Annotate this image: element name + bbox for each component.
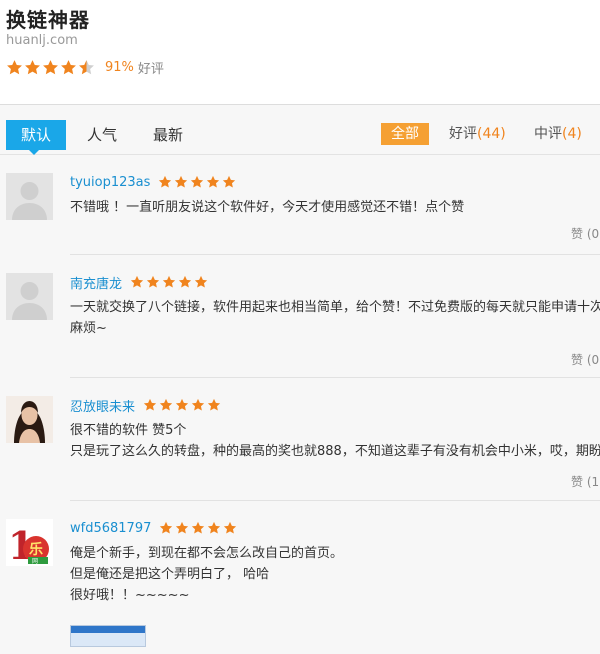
logo-avatar: 1 乐 网	[6, 519, 53, 566]
app-title: 换链神器	[6, 8, 90, 32]
like-button[interactable]: 赞 (0	[571, 225, 599, 242]
review-divider	[70, 500, 600, 501]
star-icon	[192, 521, 205, 534]
review-username[interactable]: wfd5681797	[70, 521, 151, 536]
review-body: tyuiop123as 不错哦 ！一直听朋友说这个软件好，今天才使用感觉还不错！…	[70, 173, 600, 218]
star-icon	[162, 275, 176, 288]
star-icon	[191, 175, 204, 188]
avatar[interactable]	[6, 273, 53, 320]
review-text: 很不错的软件 赞5个 只是玩了这么久的转盘，种的最高的奖也就888，不知道这辈子…	[70, 420, 600, 462]
star-icon	[61, 59, 76, 74]
star-icon	[43, 59, 58, 74]
star-icon	[208, 521, 221, 534]
like-button[interactable]: 赞 (1	[571, 473, 599, 490]
rating-percent: 91%	[105, 59, 134, 75]
star-icon	[159, 398, 173, 411]
app-rating: 91% 好评	[6, 57, 164, 77]
review-text-line: 很好哦！！~~~~~	[70, 588, 190, 603]
user-photo-avatar	[6, 396, 53, 443]
star-icon	[130, 275, 144, 288]
filter-good-label: 好评	[449, 126, 477, 142]
review-body: wfd5681797 俺是个新手，到现在都不会怎么改自己的首页。 但是俺还是把这…	[70, 519, 600, 647]
star-icon	[146, 275, 160, 288]
star-icon	[25, 59, 40, 74]
star-icon	[207, 398, 221, 411]
review-text-line: 但是俺还是把这个弄明白了， 哈哈	[70, 567, 270, 582]
avatar[interactable]	[6, 396, 53, 443]
default-avatar-icon	[6, 173, 53, 220]
review-text-line: 只是玩了这么久的转盘，种的最高的奖也就888，不知道这辈子有没有机会中小米，哎，…	[70, 444, 600, 459]
app-domain[interactable]: huanlj.com	[6, 33, 78, 48]
rating-stars	[6, 59, 95, 76]
star-icon	[178, 275, 192, 288]
star-icon	[194, 275, 208, 288]
filter-good[interactable]: 好评(44)	[449, 123, 506, 145]
review-tabbar: 默认 人气 最新 全部 好评(44) 中评(4)	[0, 105, 600, 155]
avatar[interactable]: 1 乐 网	[6, 519, 53, 566]
active-tab-arrow	[28, 149, 40, 155]
review-body: 忍放眼未来 很不错的软件 赞5个 只是玩了这么久的转盘，种的最高的奖也就888，…	[70, 396, 600, 462]
review-header: tyuiop123as	[70, 173, 600, 191]
star-icon	[191, 398, 205, 411]
star-icon	[159, 175, 172, 188]
review-stars	[158, 175, 236, 189]
review-screenshot-thumbnail[interactable]	[70, 625, 146, 647]
review-text: 不错哦 ！一直听朋友说这个软件好，今天才使用感觉还不错！点个赞	[70, 200, 465, 215]
app-header: 换链神器 huanlj.com 91% 好评	[6, 0, 600, 104]
like-button[interactable]: 赞 (0	[571, 351, 599, 368]
review-text-line: 麻烦~	[70, 321, 107, 336]
review-divider	[70, 254, 600, 255]
rating-word: 好评	[137, 61, 164, 77]
review-stars	[130, 275, 208, 289]
default-avatar-icon	[6, 273, 53, 320]
review-username[interactable]: 忍放眼未来	[70, 396, 135, 415]
star-icon	[175, 175, 188, 188]
star-icon	[7, 59, 22, 74]
review-username[interactable]: 南充唐龙	[70, 273, 122, 292]
avatar[interactable]	[6, 173, 53, 220]
review-text-line: 一天就交换了八个链接，软件用起来也相当简单，给个赞！不过免费版的每天就只能申请十…	[70, 300, 600, 315]
filter-good-count: (44)	[477, 126, 506, 142]
star-icon	[207, 175, 220, 188]
review-text: 一天就交换了八个链接，软件用起来也相当简单，给个赞！不过免费版的每天就只能申请十…	[70, 297, 600, 339]
filter-all[interactable]: 全部	[381, 123, 429, 145]
star-icon	[176, 521, 189, 534]
review-stars	[159, 521, 237, 535]
star-icon	[175, 398, 189, 411]
star-icon	[223, 175, 236, 188]
filter-mid-count: (4)	[562, 126, 582, 142]
half-star-icon	[79, 59, 94, 74]
star-icon	[143, 398, 157, 411]
svg-text:网: 网	[32, 558, 38, 565]
review-header: 忍放眼未来	[70, 396, 600, 415]
review-header: wfd5681797	[70, 519, 600, 537]
reviews-panel: 默认 人气 最新 全部 好评(44) 中评(4) tyuiop123as 不错哦…	[0, 105, 600, 654]
review-divider	[70, 377, 600, 378]
tab-default[interactable]: 默认	[6, 120, 67, 150]
review-username[interactable]: tyuiop123as	[70, 175, 150, 190]
star-icon	[160, 521, 173, 534]
review-text-line: 俺是个新手，到现在都不会怎么改自己的首页。	[70, 546, 344, 561]
review-header: 南充唐龙	[70, 273, 600, 292]
review-text: 俺是个新手，到现在都不会怎么改自己的首页。 但是俺还是把这个弄明白了， 哈哈 很…	[70, 543, 600, 606]
star-icon	[224, 521, 237, 534]
tab-popular[interactable]: 人气	[87, 120, 117, 150]
review-stars	[143, 398, 221, 412]
review-body: 南充唐龙 一天就交换了八个链接，软件用起来也相当简单，给个赞！不过免费版的每天就…	[70, 273, 600, 339]
tab-latest[interactable]: 最新	[153, 120, 183, 150]
logo-avatar-text: 乐	[29, 541, 43, 558]
filter-mid-label: 中评	[534, 126, 562, 142]
filter-mid[interactable]: 中评(4)	[534, 123, 582, 145]
review-text-line: 很不错的软件 赞5个	[70, 423, 187, 438]
